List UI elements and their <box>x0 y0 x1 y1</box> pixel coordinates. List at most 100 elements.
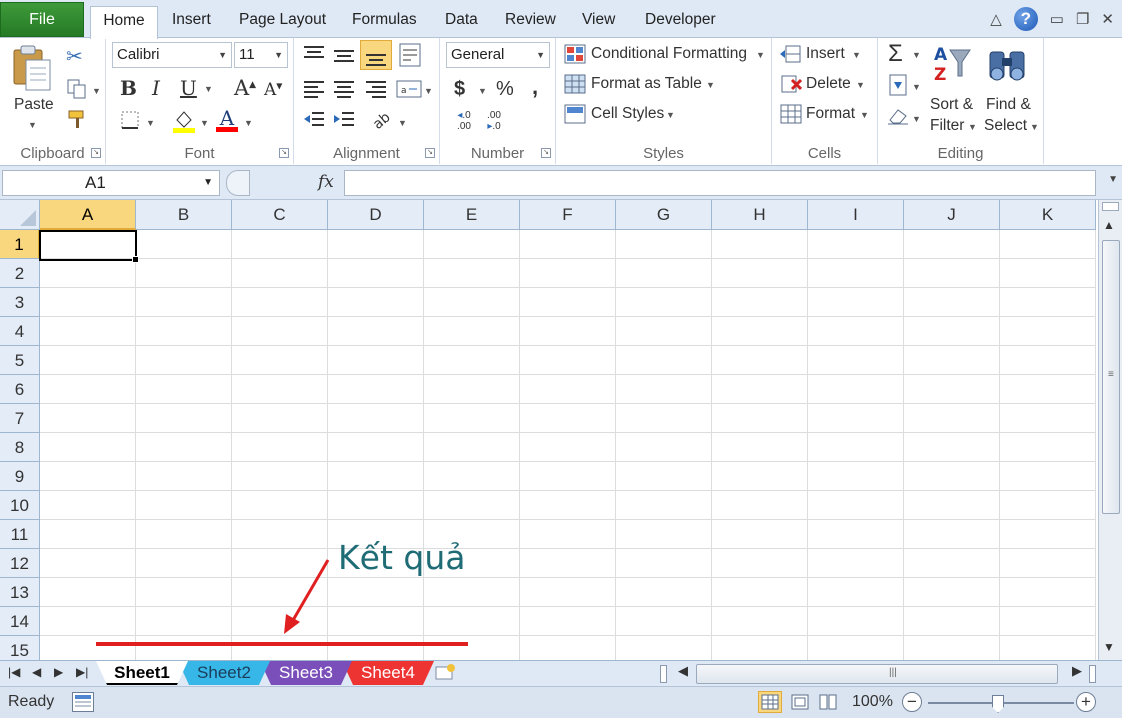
underline-dropdown-icon[interactable]: ▼ <box>204 84 213 94</box>
align-top-icon[interactable] <box>302 44 326 71</box>
cell-f7[interactable] <box>520 404 616 433</box>
cell-d15[interactable] <box>328 636 424 660</box>
clear-dropdown-icon[interactable]: ▼ <box>912 114 921 124</box>
orientation-icon[interactable]: ab <box>370 108 394 135</box>
conditional-formatting-button[interactable]: Conditional Formatting <box>591 45 747 63</box>
cell-j5[interactable] <box>904 346 1000 375</box>
select-all-button[interactable] <box>0 200 40 230</box>
cell-f4[interactable] <box>520 317 616 346</box>
cell-f11[interactable] <box>520 520 616 549</box>
currency-dropdown-icon[interactable]: ▼ <box>478 86 487 96</box>
cell-j11[interactable] <box>904 520 1000 549</box>
row-header-4[interactable]: 4 <box>0 317 40 346</box>
cell-j14[interactable] <box>904 607 1000 636</box>
row-header-10[interactable]: 10 <box>0 491 40 520</box>
copy-icon[interactable] <box>66 78 88 105</box>
cell-f13[interactable] <box>520 578 616 607</box>
cell-b9[interactable] <box>136 462 232 491</box>
prev-sheet-icon[interactable]: ◀ <box>32 665 41 679</box>
formula-input[interactable] <box>344 170 1096 196</box>
cell-d2[interactable] <box>328 259 424 288</box>
row-header-9[interactable]: 9 <box>0 462 40 491</box>
fill-dropdown-icon[interactable]: ▼ <box>912 82 921 92</box>
format-as-table-button[interactable]: Format as Table <box>591 75 702 93</box>
cell-g9[interactable] <box>616 462 712 491</box>
comma-button[interactable]: , <box>532 74 538 100</box>
cell-g13[interactable] <box>616 578 712 607</box>
column-header-g[interactable]: G <box>616 200 712 230</box>
cell-k3[interactable] <box>1000 288 1096 317</box>
cell-b12[interactable] <box>136 549 232 578</box>
font-name-combo[interactable]: Calibri ▼ <box>112 42 232 68</box>
increase-decimal-button[interactable]: ◂.0.00 <box>452 110 476 132</box>
cell-b13[interactable] <box>136 578 232 607</box>
autosum-button[interactable]: Σ <box>888 40 903 68</box>
cell-k7[interactable] <box>1000 404 1096 433</box>
cell-e1[interactable] <box>424 230 520 259</box>
cell-k4[interactable] <box>1000 317 1096 346</box>
cell-d14[interactable] <box>328 607 424 636</box>
tab-data[interactable]: Data <box>439 6 484 38</box>
column-header-h[interactable]: H <box>712 200 808 230</box>
cell-g10[interactable] <box>616 491 712 520</box>
cell-k13[interactable] <box>1000 578 1096 607</box>
cell-e8[interactable] <box>424 433 520 462</box>
copy-dropdown-icon[interactable]: ▼ <box>92 86 101 96</box>
cell-i9[interactable] <box>808 462 904 491</box>
cell-f5[interactable] <box>520 346 616 375</box>
align-left-icon[interactable] <box>302 78 326 105</box>
conditional-dropdown-icon[interactable]: ▼ <box>756 50 765 60</box>
cell-d1[interactable] <box>328 230 424 259</box>
tab-view[interactable]: View <box>576 6 621 38</box>
cell-h13[interactable] <box>712 578 808 607</box>
row-header-11[interactable]: 11 <box>0 520 40 549</box>
cell-h7[interactable] <box>712 404 808 433</box>
cell-a11[interactable] <box>40 520 136 549</box>
cell-k8[interactable] <box>1000 433 1096 462</box>
worksheet-grid[interactable]: A B C D E F G H I J K 1 2 3 4 5 6 7 8 9 10 11 12 13 14 15 <box>0 200 1098 660</box>
font-launcher-icon[interactable]: ↘ <box>279 148 289 158</box>
cell-j10[interactable] <box>904 491 1000 520</box>
cell-i14[interactable] <box>808 607 904 636</box>
cell-j6[interactable] <box>904 375 1000 404</box>
format-as-table-icon[interactable] <box>564 74 586 99</box>
format-cells-button[interactable]: Format <box>806 105 855 123</box>
restore-icon[interactable]: ❐ <box>1076 10 1089 28</box>
paste-button[interactable]: Paste <box>14 96 54 114</box>
cell-f14[interactable] <box>520 607 616 636</box>
split-box[interactable] <box>1102 202 1119 211</box>
cell-g14[interactable] <box>616 607 712 636</box>
cell-e15[interactable] <box>424 636 520 660</box>
insert-cells-button[interactable]: Insert <box>806 45 845 63</box>
cell-i7[interactable] <box>808 404 904 433</box>
row-header-13[interactable]: 13 <box>0 578 40 607</box>
scroll-right-icon[interactable]: ▶ <box>1072 663 1082 679</box>
cell-b6[interactable] <box>136 375 232 404</box>
last-sheet-icon[interactable]: ▶| <box>76 665 88 679</box>
column-header-b[interactable]: B <box>136 200 232 230</box>
bold-button[interactable]: B <box>120 76 137 100</box>
cell-a8[interactable] <box>40 433 136 462</box>
font-color-dropdown-icon[interactable]: ▼ <box>244 118 253 128</box>
insert-dropdown-icon[interactable]: ▼ <box>852 50 861 60</box>
cell-j9[interactable] <box>904 462 1000 491</box>
cell-k15[interactable] <box>1000 636 1096 660</box>
cell-j12[interactable] <box>904 549 1000 578</box>
align-center-icon[interactable] <box>332 78 356 105</box>
cell-b8[interactable] <box>136 433 232 462</box>
cell-c13[interactable] <box>232 578 328 607</box>
cell-d3[interactable] <box>328 288 424 317</box>
zoom-level[interactable]: 100% <box>852 693 893 711</box>
merge-center-icon[interactable]: a <box>396 78 422 105</box>
cell-a13[interactable] <box>40 578 136 607</box>
autosum-dropdown-icon[interactable]: ▼ <box>912 50 921 60</box>
cell-j7[interactable] <box>904 404 1000 433</box>
cell-g4[interactable] <box>616 317 712 346</box>
scroll-up-icon[interactable]: ▲ <box>1103 218 1115 232</box>
cell-d7[interactable] <box>328 404 424 433</box>
format-cells-icon[interactable] <box>780 104 802 129</box>
cell-g12[interactable] <box>616 549 712 578</box>
vertical-scroll-thumb[interactable]: ≡ <box>1102 240 1120 514</box>
cell-a5[interactable] <box>40 346 136 375</box>
cell-d4[interactable] <box>328 317 424 346</box>
